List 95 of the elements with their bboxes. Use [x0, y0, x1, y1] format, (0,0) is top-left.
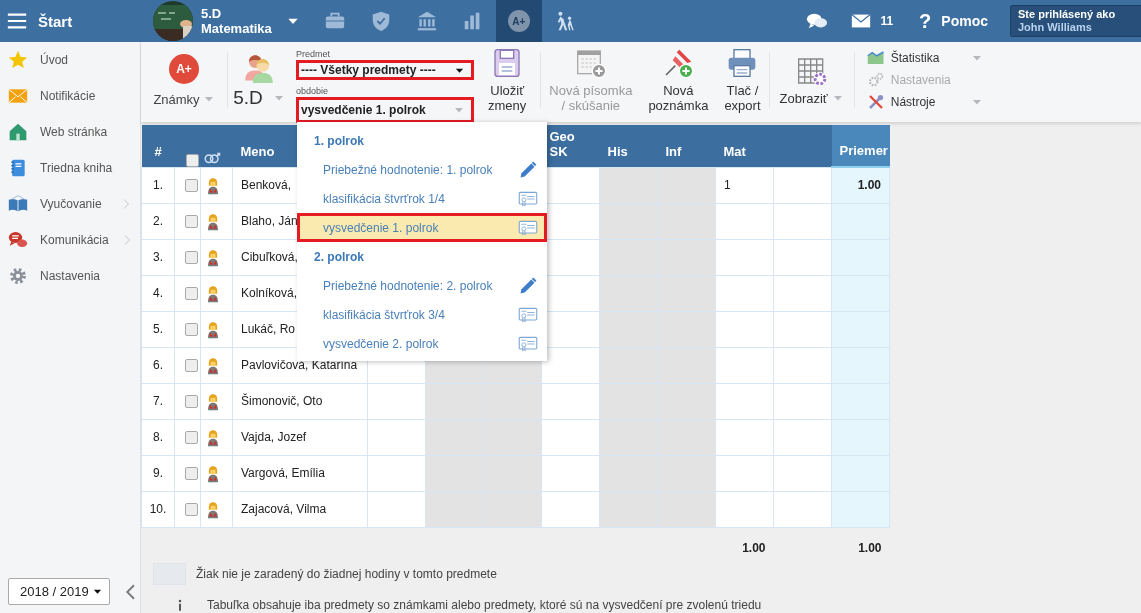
toolbar-menu-item[interactable]: Nástroje — [866, 93, 967, 111]
table-cell: 9. — [141, 455, 175, 491]
area-chart-icon — [866, 49, 885, 67]
checkbox[interactable] — [185, 431, 198, 445]
user-name[interactable]: John Williams — [1018, 21, 1141, 34]
column-header: Mat — [715, 125, 774, 167]
table-cell: 3. — [141, 239, 175, 275]
column-header: Inf — [657, 125, 716, 167]
table-cell: 2. — [141, 203, 175, 239]
column-header: # — [141, 125, 175, 167]
menu-item[interactable]: klasifikácia štvrťrok 3/4 — [297, 300, 547, 329]
messages-button[interactable]: 11 — [850, 0, 894, 42]
total-value: 1.00 — [742, 541, 766, 555]
table-cell: Zajacová, Vilma — [241, 502, 327, 516]
chat-icon — [8, 230, 28, 250]
year-select[interactable]: 2018 / 2019 — [8, 578, 110, 605]
toolbar-button[interactable]: Tlač / export — [716, 42, 769, 118]
checkbox[interactable] — [185, 287, 198, 301]
login-caption: Ste prihlásený ako — [1018, 8, 1117, 21]
table-cell: Kolníková, — [241, 286, 298, 300]
sidebar-item[interactable]: Úvod — [0, 42, 140, 78]
table-cell: Blaho, Ján — [241, 214, 298, 228]
sidebar-item[interactable]: Komunikácia — [0, 222, 140, 258]
table-cell: 1. — [141, 167, 175, 203]
sidebar-item[interactable]: Nastavenia — [0, 258, 140, 294]
checkbox[interactable] — [185, 323, 198, 337]
house-icon — [8, 122, 28, 142]
notebook-icon — [8, 158, 28, 178]
sidebar-item[interactable]: Vyučovanie — [0, 186, 140, 222]
subject-name: Matematika — [201, 21, 272, 36]
column-header: His — [599, 125, 658, 167]
start-menu-button[interactable]: Štart — [0, 0, 140, 42]
checkbox[interactable] — [185, 215, 198, 229]
field-label: Predmet — [296, 49, 330, 59]
checkbox[interactable] — [185, 359, 198, 373]
info-text: Tabuľka obsahuje iba predmety so známkami alebo predmety, ktoré sú na vysvedčení pre zvolenú triedu — [207, 598, 762, 612]
toolbar-menu-item[interactable]: Štatistika — [866, 49, 967, 67]
table-cell: 4. — [141, 275, 175, 311]
table-cell: Pavlovičová, Katarína — [241, 358, 358, 372]
menu-item[interactable]: vysvedčenie 1. polrok — [297, 213, 547, 242]
table-cell: 8. — [141, 419, 175, 455]
table-cell: Vajda, Jozef — [241, 430, 307, 444]
class-selector[interactable]: 5.D Matematika — [153, 0, 300, 42]
gears-icon — [866, 71, 885, 89]
grade-icon: A+ — [507, 10, 530, 32]
view-button[interactable]: Zobraziť — [769, 42, 854, 118]
sidebar-item[interactable]: Triedna kniha — [0, 150, 140, 186]
sidebar-item[interactable]: Web stránka — [0, 114, 140, 150]
checkbox[interactable] — [185, 467, 198, 481]
table-cell: Benková, — [241, 178, 292, 192]
table-cell: 5. — [141, 311, 175, 347]
checkbox[interactable] — [185, 395, 198, 409]
table-cell: 6. — [141, 347, 175, 383]
pencil-icon — [518, 275, 538, 296]
group-header: 1. polrok — [314, 133, 364, 148]
help-button[interactable]: ? Pomoc — [919, 0, 988, 42]
open-book-icon — [8, 194, 28, 214]
bank-icon — [415, 10, 438, 32]
class-name: 5.D — [201, 6, 223, 21]
grades-button[interactable]: A+ Známky — [141, 42, 227, 118]
grade-icon: A+ — [169, 53, 199, 84]
save-button[interactable]: Uložiť zmeny — [480, 42, 535, 118]
table-cell: 1.00 — [857, 178, 881, 193]
tools-icon — [866, 93, 885, 111]
group-header: 2. polrok — [314, 249, 364, 264]
nav-tab[interactable]: A+ — [495, 0, 542, 42]
table-cell: 10. — [141, 491, 175, 527]
checkbox[interactable] — [185, 179, 198, 193]
total-value: 1.00 — [858, 541, 882, 555]
checkbox[interactable] — [185, 503, 198, 517]
field-label: obdobie — [296, 86, 329, 96]
checkbox[interactable] — [185, 153, 199, 167]
calendar-icon — [574, 47, 607, 79]
table-cell: 1 — [724, 178, 731, 192]
checkbox[interactable] — [185, 251, 198, 265]
menu-item[interactable]: klasifikácia štvrťrok 1/4 — [297, 184, 547, 213]
legend-text: Žiak nie je zaradený do žiadnej hodiny v tomto predmete — [196, 567, 497, 581]
menu-icon — [6, 10, 28, 32]
gear-icon — [8, 266, 28, 286]
menu-item[interactable]: Priebežné hodnotenie: 2. polrok — [297, 271, 547, 300]
people-icon — [244, 53, 274, 83]
table-cell: Vargová, Emília — [241, 466, 325, 480]
subject-select[interactable]: ---- Všetky predmety ---- — [296, 60, 474, 80]
table-cell: Cibuľková, — [241, 250, 298, 264]
table-cell: Šimonovič, Oto — [241, 394, 323, 408]
class-button[interactable]: 5.D — [228, 42, 290, 118]
envelope-icon — [8, 86, 28, 106]
table-cell: 7. — [141, 383, 175, 419]
table-cell: Lukáč, Ro — [241, 322, 296, 336]
toolbar-button[interactable]: Nová poznámka — [640, 42, 717, 118]
sidebar-item[interactable]: Notifikácie — [0, 78, 140, 114]
column-header: Priemer — [831, 125, 890, 167]
menu-item[interactable]: vysvedčenie 2. polrok — [297, 329, 547, 358]
star-icon — [8, 50, 28, 70]
pencil-icon — [518, 159, 538, 180]
